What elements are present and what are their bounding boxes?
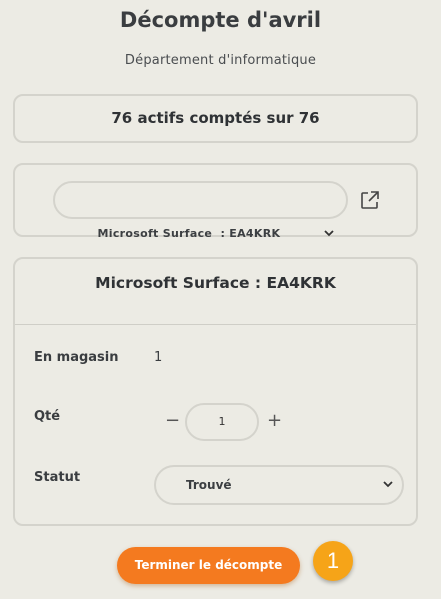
quantity-label: Qté (34, 409, 61, 424)
quantity-increment-button[interactable]: + (267, 411, 282, 431)
divider (15, 324, 416, 325)
external-link-icon[interactable] (359, 189, 381, 211)
asset-select[interactable]: Microsoft Surface : EA4KRK (53, 181, 348, 240)
status-select-value: Trouvé (186, 478, 232, 492)
in-store-value: 1 (154, 350, 163, 365)
asset-detail-card: Microsoft Surface : EA4KRK En magasin 1 … (13, 257, 418, 526)
count-summary-card: 76 actifs comptés sur 76 (13, 94, 418, 143)
status-label: Statut (34, 470, 81, 485)
asset-selector-card: Microsoft Surface : EA4KRK (13, 163, 418, 240)
chevron-down-icon (383, 467, 393, 503)
status-select[interactable]: Trouvé (154, 465, 404, 505)
asset-detail-title: Microsoft Surface : EA4KRK (95, 274, 336, 292)
count-summary-text: 76 actifs comptés sur 76 (111, 109, 320, 127)
quantity-decrement-button[interactable]: − (165, 411, 180, 431)
page-subtitle: Département d'informatique (124, 53, 317, 68)
quantity-input[interactable]: 1 (185, 403, 259, 441)
finish-count-button[interactable]: Terminer le décompte (117, 547, 300, 584)
in-store-label: En magasin (34, 350, 119, 365)
page-title: Décompte d'avril (119, 8, 322, 32)
step-number-badge: 1 (313, 541, 353, 581)
asset-select-value: Microsoft Surface : EA4KRK (97, 227, 281, 240)
